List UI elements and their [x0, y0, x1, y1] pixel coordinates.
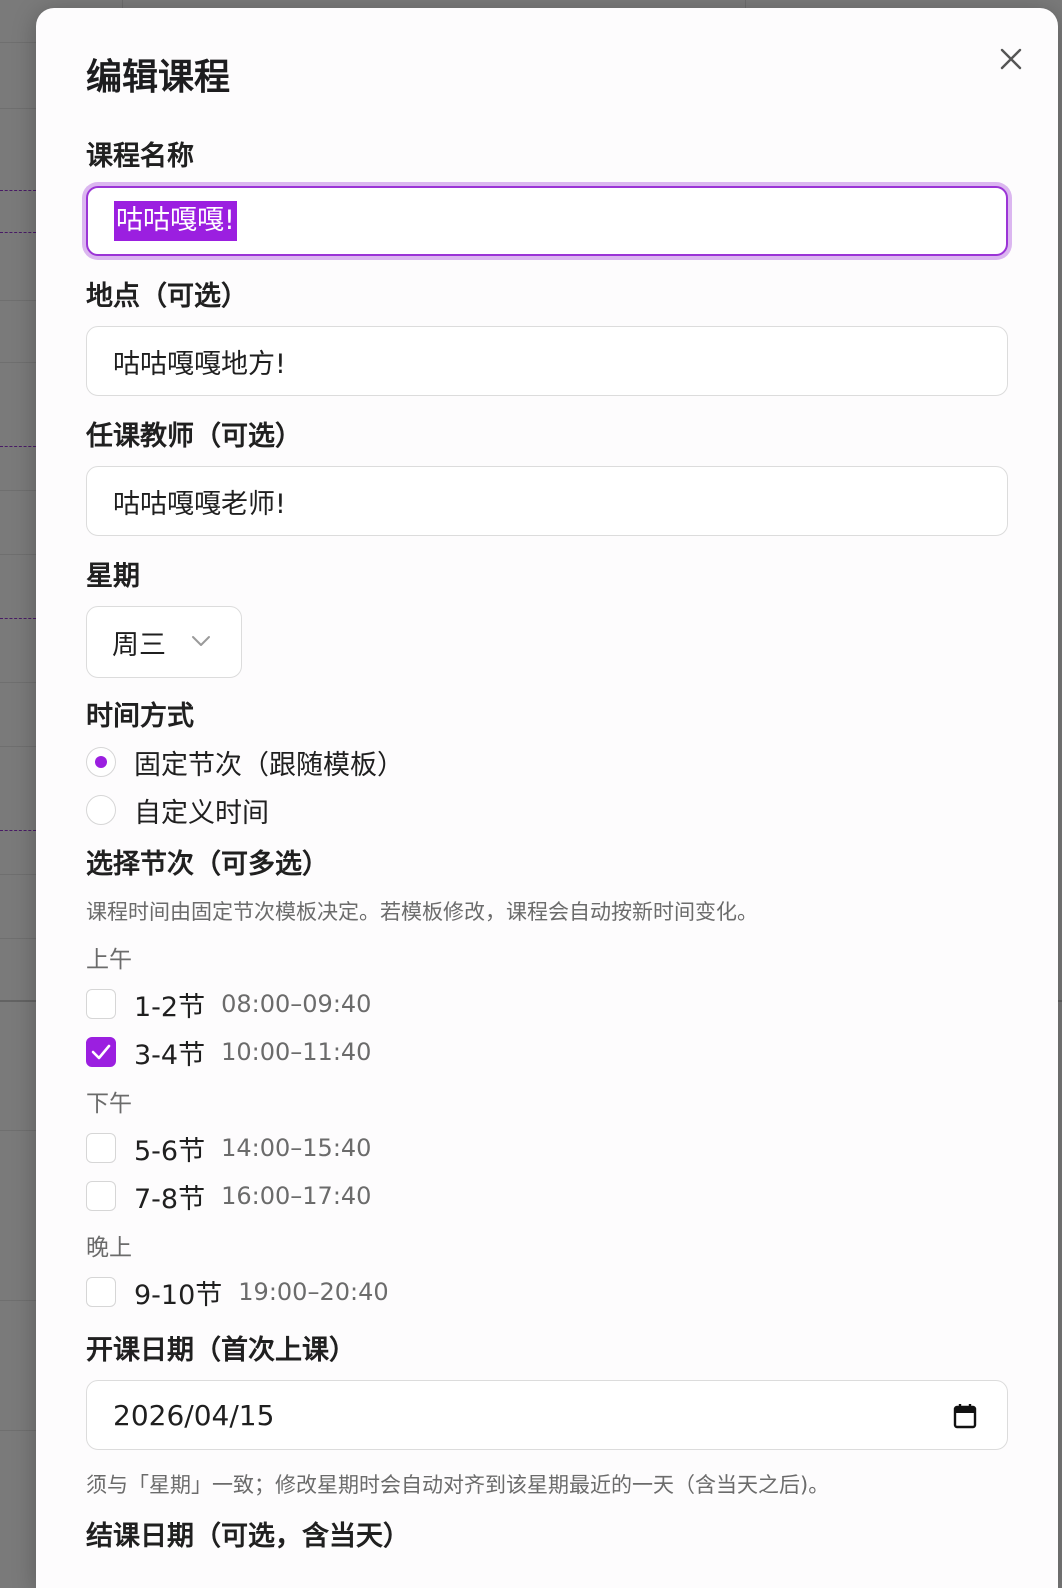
period-checkbox-1-2[interactable]: 1-2节 08:00–09:40 — [86, 986, 372, 1023]
period-label: 5-6节 — [134, 1135, 206, 1167]
period-checkbox-7-8[interactable]: 7-8节 16:00–17:40 — [86, 1178, 372, 1215]
location-input[interactable]: 咕咕嘎嘎地方! — [86, 326, 1008, 396]
end-date-label: 结课日期（可选，含当天） — [86, 1521, 410, 1552]
period-time: 16:00–17:40 — [221, 1182, 372, 1210]
weekday-select[interactable]: 周三 — [86, 606, 242, 678]
radio-label: 自定义时间 — [134, 797, 269, 829]
close-icon — [1000, 48, 1022, 70]
period-label: 7-8节 — [134, 1183, 206, 1215]
course-name-value: 咕咕嘎嘎! — [114, 201, 237, 241]
radio-button[interactable] — [86, 747, 116, 777]
time-mode-label: 时间方式 — [86, 701, 194, 732]
periods-label: 选择节次（可多选） — [86, 849, 329, 880]
checkbox[interactable] — [86, 1277, 116, 1307]
teacher-input[interactable]: 咕咕嘎嘎老师! — [86, 466, 1008, 536]
teacher-label: 任课教师（可选） — [86, 421, 302, 452]
period-checkbox-3-4[interactable]: 3-4节 10:00–11:40 — [86, 1034, 372, 1071]
group-label-afternoon: 下午 — [86, 1091, 132, 1117]
teacher-value: 咕咕嘎嘎老师! — [113, 488, 286, 520]
checkbox[interactable] — [86, 989, 116, 1019]
checkbox[interactable] — [86, 1181, 116, 1211]
location-value: 咕咕嘎嘎地方! — [113, 348, 286, 380]
start-date-value: 2026/04/15 — [113, 1398, 275, 1432]
checkbox[interactable] — [86, 1133, 116, 1163]
location-label: 地点（可选） — [86, 281, 248, 312]
weekday-value: 周三 — [112, 629, 166, 661]
period-label: 3-4节 — [134, 1039, 206, 1071]
checkmark-icon — [91, 1044, 111, 1060]
radio-button[interactable] — [86, 795, 116, 825]
chevron-down-icon — [192, 636, 210, 646]
period-checkbox-5-6[interactable]: 5-6节 14:00–15:40 — [86, 1130, 372, 1167]
radio-fixed-period[interactable]: 固定节次（跟随模板） — [86, 744, 404, 781]
period-time: 10:00–11:40 — [221, 1038, 372, 1066]
period-time: 14:00–15:40 — [221, 1134, 372, 1162]
weekday-label: 星期 — [86, 561, 140, 592]
period-time: 08:00–09:40 — [221, 990, 372, 1018]
edit-course-dialog: 编辑课程 课程名称 咕咕嘎嘎! 地点（可选） 咕咕嘎嘎地方! 任课教师（可选） … — [36, 8, 1058, 1588]
group-label-evening: 晚上 — [86, 1235, 132, 1261]
calendar-icon[interactable] — [953, 1403, 977, 1429]
start-date-label: 开课日期（首次上课） — [86, 1335, 356, 1366]
checkbox[interactable] — [86, 1037, 116, 1067]
start-date-hint: 须与「星期」一致；修改星期时会自动对齐到该星期最近的一天（含当天之后)。 — [86, 1473, 830, 1497]
dialog-title: 编辑课程 — [86, 57, 231, 98]
period-label: 9-10节 — [134, 1279, 223, 1311]
course-name-input[interactable]: 咕咕嘎嘎! — [86, 186, 1008, 256]
course-name-label: 课程名称 — [86, 141, 194, 172]
periods-hint: 课程时间由固定节次模板决定。若模板修改，课程会自动按新时间变化。 — [86, 900, 758, 924]
radio-custom-time[interactable]: 自定义时间 — [86, 792, 269, 829]
close-button[interactable] — [994, 42, 1028, 76]
period-label: 1-2节 — [134, 991, 206, 1023]
group-label-morning: 上午 — [86, 947, 132, 973]
period-time: 19:00–20:40 — [238, 1278, 389, 1306]
radio-label: 固定节次（跟随模板） — [134, 749, 404, 781]
start-date-input[interactable]: 2026/04/15 — [86, 1380, 1008, 1450]
period-checkbox-9-10[interactable]: 9-10节 19:00–20:40 — [86, 1274, 389, 1311]
